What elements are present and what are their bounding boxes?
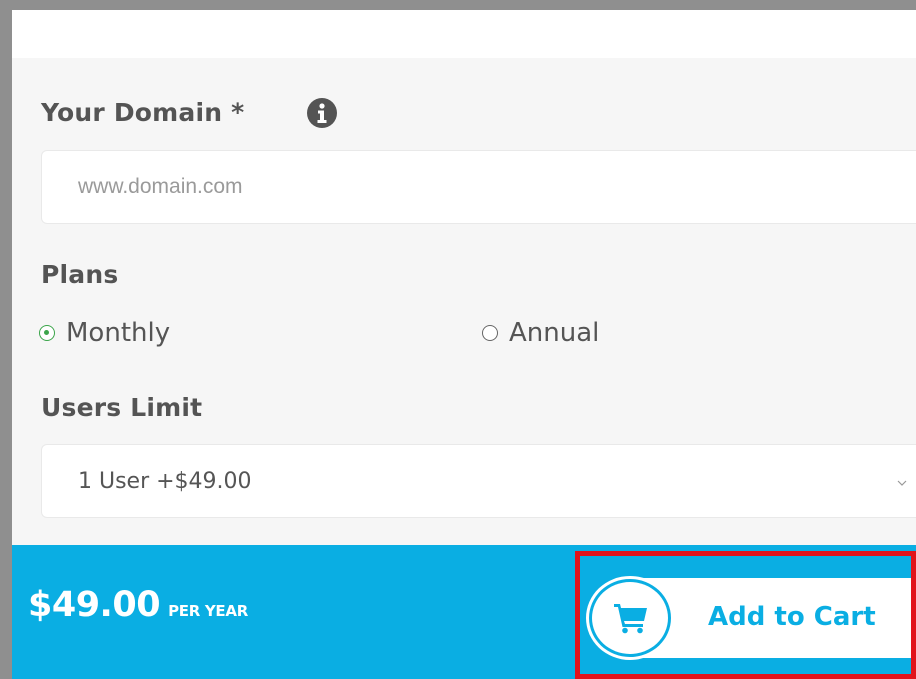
chevron-down-icon xyxy=(897,480,907,486)
radio-checked-icon[interactable] xyxy=(39,325,55,341)
window-frame-left xyxy=(0,0,12,679)
plans-label: Plans xyxy=(41,260,119,289)
price-amount: $49.00 xyxy=(28,585,161,625)
users-limit-label: Users Limit xyxy=(41,393,203,422)
price-display: $49.00 PER YEAR xyxy=(28,585,248,625)
plan-option-annual[interactable]: Annual xyxy=(482,316,599,350)
users-limit-select[interactable]: 1 User +$49.00 xyxy=(41,444,916,518)
plan-option-monthly[interactable]: Monthly xyxy=(39,316,170,350)
price-period: PER YEAR xyxy=(168,602,248,620)
checkout-footer: $49.00 PER YEAR Add to Cart xyxy=(12,545,916,679)
users-limit-value: 1 User +$49.00 xyxy=(78,468,252,494)
window-frame-top xyxy=(0,0,916,10)
info-icon[interactable] xyxy=(306,97,338,129)
highlight-annotation xyxy=(575,551,916,679)
domain-input[interactable] xyxy=(41,150,916,224)
domain-label: Your Domain * xyxy=(41,98,245,127)
plan-option-label: Annual xyxy=(509,318,600,348)
plan-option-label: Monthly xyxy=(66,318,171,348)
product-config-panel: Your Domain * Plans Monthly Annual Users… xyxy=(12,10,916,679)
panel-header-strip xyxy=(12,10,916,58)
radio-unchecked-icon[interactable] xyxy=(482,325,498,341)
